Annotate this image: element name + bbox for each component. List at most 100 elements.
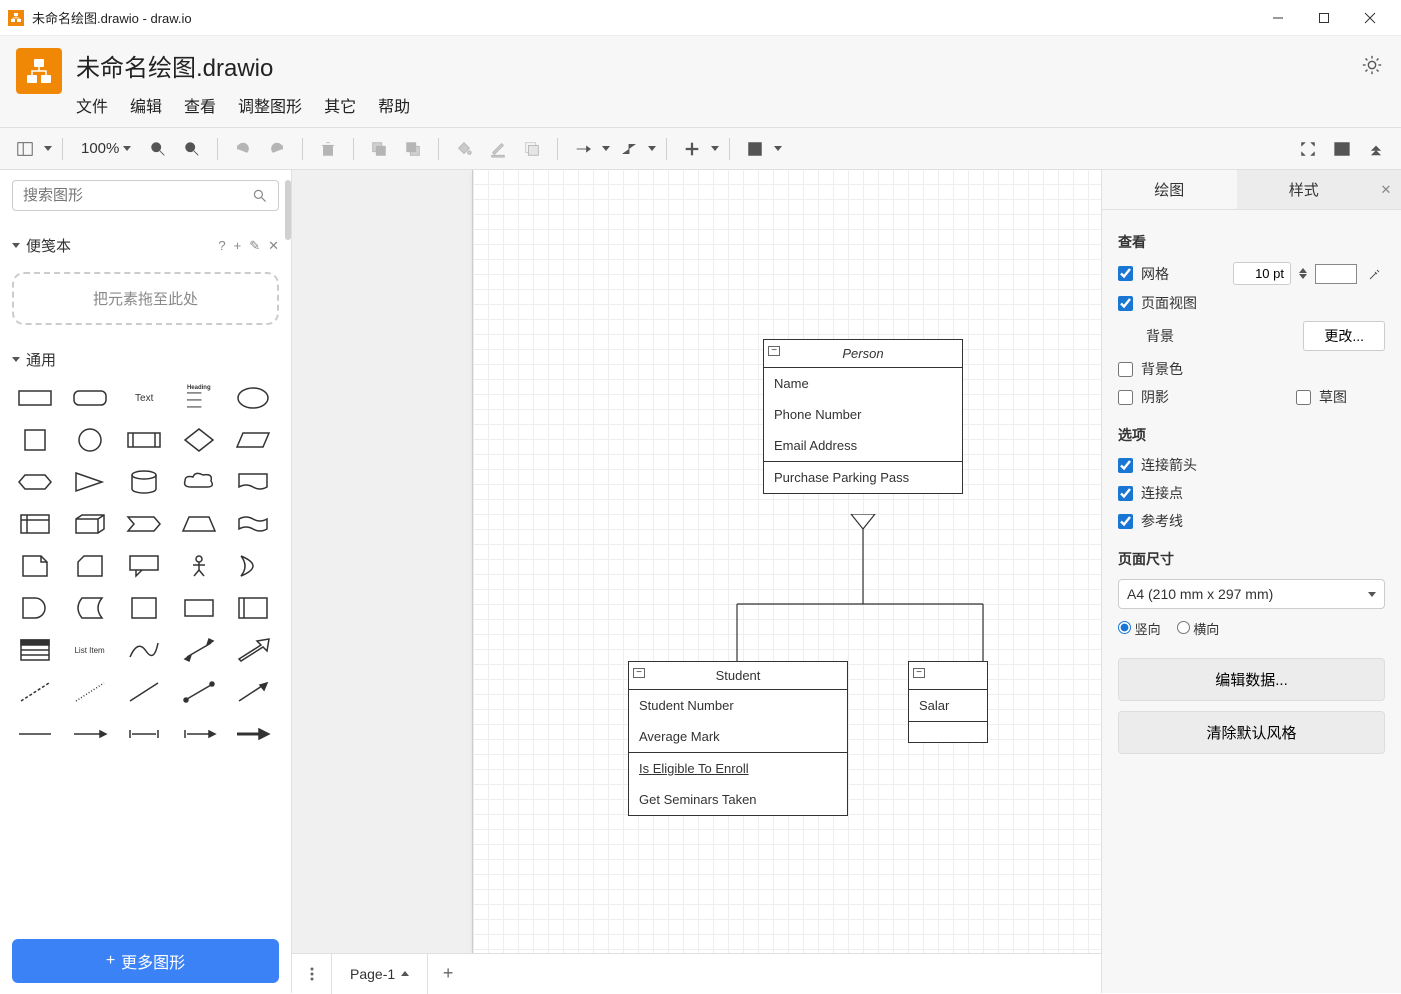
- shape-arrow[interactable]: [230, 674, 276, 710]
- shape-connector-bar[interactable]: [176, 716, 222, 752]
- close-window-button[interactable]: [1347, 3, 1393, 33]
- menu-help[interactable]: 帮助: [378, 93, 410, 117]
- search-input[interactable]: [23, 187, 252, 204]
- shape-internal-storage[interactable]: [12, 506, 58, 542]
- shape-callout[interactable]: [121, 548, 167, 584]
- zoom-select[interactable]: 100%: [73, 140, 139, 157]
- shape-list[interactable]: [12, 632, 58, 668]
- tab-style[interactable]: 样式: [1237, 170, 1372, 209]
- general-section-header[interactable]: 通用: [12, 343, 279, 376]
- more-shapes-button[interactable]: +更多图形: [12, 939, 279, 983]
- undo-button[interactable]: [228, 134, 258, 164]
- collapse-icon[interactable]: −: [913, 668, 925, 678]
- line-color-button[interactable]: [483, 134, 513, 164]
- scratchpad-close-icon[interactable]: ✕: [268, 238, 279, 254]
- canvas[interactable]: −Person Name Phone Number Email Address …: [292, 170, 1101, 993]
- shape-list-item[interactable]: List Item: [67, 632, 113, 668]
- shape-triangle[interactable]: [67, 464, 113, 500]
- shape-container-rect[interactable]: [176, 590, 222, 626]
- shape-note[interactable]: [12, 548, 58, 584]
- grid-size-input[interactable]: [1233, 262, 1291, 285]
- table-button[interactable]: [740, 134, 770, 164]
- uml-operation[interactable]: Get Seminars Taken: [629, 784, 847, 815]
- shape-dashed-line[interactable]: [12, 674, 58, 710]
- shadow-checkbox[interactable]: [1118, 390, 1133, 405]
- shape-process[interactable]: [121, 422, 167, 458]
- shape-connector-h[interactable]: [121, 716, 167, 752]
- shape-rounded-rect[interactable]: [67, 380, 113, 416]
- shape-dotted-line[interactable]: [67, 674, 113, 710]
- format-panel-toggle[interactable]: [1327, 134, 1357, 164]
- shape-harrow-thin[interactable]: [67, 716, 113, 752]
- uml-attribute[interactable]: Email Address: [764, 430, 962, 461]
- shape-actor[interactable]: [176, 548, 222, 584]
- orientation-portrait[interactable]: 竖向: [1118, 619, 1161, 638]
- shape-step[interactable]: [121, 506, 167, 542]
- panel-close-button[interactable]: ✕: [1371, 170, 1401, 209]
- grid-size-up[interactable]: [1299, 268, 1307, 273]
- grid-checkbox[interactable]: [1118, 266, 1133, 281]
- edit-data-button[interactable]: 编辑数据...: [1118, 658, 1385, 701]
- insert-dropdown[interactable]: [711, 146, 719, 151]
- shape-parallelogram[interactable]: [230, 422, 276, 458]
- maximize-button[interactable]: [1301, 3, 1347, 33]
- fullscreen-button[interactable]: [1293, 134, 1323, 164]
- shape-container-sq[interactable]: [121, 590, 167, 626]
- shape-harrow-solid[interactable]: [230, 716, 276, 752]
- add-page-button[interactable]: +: [428, 963, 468, 984]
- minimize-button[interactable]: [1255, 3, 1301, 33]
- table-dropdown[interactable]: [774, 146, 782, 151]
- shape-or[interactable]: [230, 548, 276, 584]
- collapse-toolbar-button[interactable]: [1361, 134, 1391, 164]
- redo-button[interactable]: [262, 134, 292, 164]
- scratchpad-section-header[interactable]: 便笺本 ? + ✎ ✕: [12, 229, 279, 262]
- page-tab[interactable]: Page-1: [332, 954, 428, 994]
- shape-line-dot-ends[interactable]: [176, 674, 222, 710]
- menu-extras[interactable]: 其它: [324, 93, 356, 117]
- bgcolor-checkbox[interactable]: [1118, 362, 1133, 377]
- shape-rectangle[interactable]: [12, 380, 58, 416]
- sidebar-toggle-button[interactable]: [10, 134, 40, 164]
- conn-points-checkbox[interactable]: [1118, 486, 1133, 501]
- uml-operation[interactable]: [909, 722, 987, 742]
- uml-attribute[interactable]: Phone Number: [764, 399, 962, 430]
- sidebar-toggle-dropdown[interactable]: [44, 146, 52, 151]
- shape-cube[interactable]: [67, 506, 113, 542]
- page-view-checkbox[interactable]: [1118, 296, 1133, 311]
- clear-default-style-button[interactable]: 清除默认风格: [1118, 711, 1385, 754]
- scratchpad-add-icon[interactable]: +: [234, 238, 242, 254]
- shape-document[interactable]: [230, 464, 276, 500]
- waypoint-style-dropdown[interactable]: [648, 146, 656, 151]
- to-back-button[interactable]: [398, 134, 428, 164]
- shape-tape[interactable]: [230, 506, 276, 542]
- page-size-select[interactable]: A4 (210 mm x 297 mm): [1118, 579, 1385, 609]
- shape-text[interactable]: Text: [121, 380, 167, 416]
- insert-button[interactable]: [677, 134, 707, 164]
- guides-checkbox[interactable]: [1118, 514, 1133, 529]
- uml-attribute[interactable]: Name: [764, 368, 962, 399]
- uml-attribute[interactable]: Salar: [909, 690, 987, 721]
- delete-button[interactable]: [313, 134, 343, 164]
- sidebar-splitter[interactable]: [285, 180, 291, 240]
- grid-color-swatch[interactable]: [1315, 264, 1357, 284]
- shadow-button[interactable]: [517, 134, 547, 164]
- orientation-landscape[interactable]: 横向: [1177, 619, 1220, 638]
- shape-diamond[interactable]: [176, 422, 222, 458]
- shape-curve[interactable]: [121, 632, 167, 668]
- shape-ellipse[interactable]: [230, 380, 276, 416]
- waypoint-style-button[interactable]: [614, 134, 644, 164]
- pages-menu-button[interactable]: [292, 954, 332, 994]
- fill-color-button[interactable]: [449, 134, 479, 164]
- uml-attribute[interactable]: Average Mark: [629, 721, 847, 752]
- theme-toggle-button[interactable]: [1361, 54, 1383, 79]
- scratchpad-dropzone[interactable]: 把元素拖至此处: [12, 272, 279, 325]
- collapse-icon[interactable]: −: [768, 346, 780, 356]
- conn-arrows-checkbox[interactable]: [1118, 458, 1133, 473]
- shape-data-storage[interactable]: [67, 590, 113, 626]
- zoom-in-button[interactable]: [143, 134, 173, 164]
- shape-line[interactable]: [121, 674, 167, 710]
- uml-operation[interactable]: Is Eligible To Enroll: [629, 753, 847, 784]
- document-title[interactable]: 未命名绘图.drawio: [76, 48, 410, 83]
- shape-circle[interactable]: [67, 422, 113, 458]
- shape-hexagon[interactable]: [12, 464, 58, 500]
